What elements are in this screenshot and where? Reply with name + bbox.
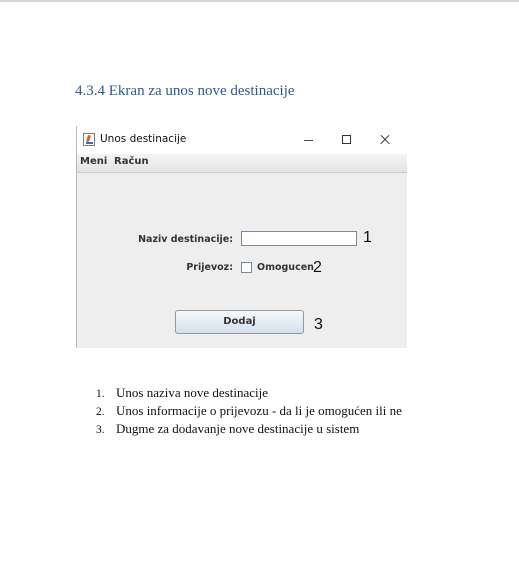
maximize-icon[interactable] <box>337 130 357 150</box>
checkbox-label: Omogucen <box>257 262 314 273</box>
list-text: Dugme za dodavanje nove destinacije u si… <box>116 421 360 436</box>
app-window-screenshot: Unos destinacije Meni Račun Naziv destin… <box>76 126 407 348</box>
callout-2: 2 <box>313 259 322 276</box>
prijevoz-label: Prijevoz: <box>186 262 233 273</box>
menu-item-racun[interactable]: Račun <box>114 156 149 167</box>
top-rule <box>0 0 519 2</box>
callout-1: 1 <box>363 229 372 246</box>
list-item: 3. Dugme za dodavanje nove destinacije u … <box>96 421 402 439</box>
prijevoz-checkbox[interactable] <box>241 262 252 273</box>
list-item: 1. Unos naziva nove destinacije <box>96 385 402 403</box>
window-title: Unos destinacije <box>100 133 187 145</box>
section-heading: 4.3.4 Ekran za unos nove destinacije <box>75 83 295 99</box>
title-bar: Unos destinacije <box>77 126 407 154</box>
minimize-icon[interactable] <box>299 130 319 150</box>
list-item: 2. Unos informacije o prijevozu - da li j… <box>96 403 402 421</box>
list-number: 3. <box>96 424 105 436</box>
dodaj-button[interactable]: Dodaj <box>175 310 304 334</box>
menu-item-meni[interactable]: Meni <box>80 156 107 167</box>
list-number: 2. <box>96 406 105 418</box>
callout-3: 3 <box>314 316 323 333</box>
list-text: Unos informacije o prijevozu - da li je … <box>116 403 402 418</box>
menu-bar: Meni Račun <box>77 154 407 173</box>
naziv-destinacije-input[interactable] <box>241 231 357 246</box>
java-app-icon <box>83 133 95 146</box>
description-list: 1. Unos naziva nove destinacije 2. Unos in… <box>96 385 402 439</box>
close-icon[interactable] <box>375 130 395 150</box>
list-number: 1. <box>96 388 105 400</box>
list-text: Unos naziva nove destinacije <box>116 385 268 400</box>
naziv-destinacije-label: Naziv destinacije: <box>138 234 233 245</box>
